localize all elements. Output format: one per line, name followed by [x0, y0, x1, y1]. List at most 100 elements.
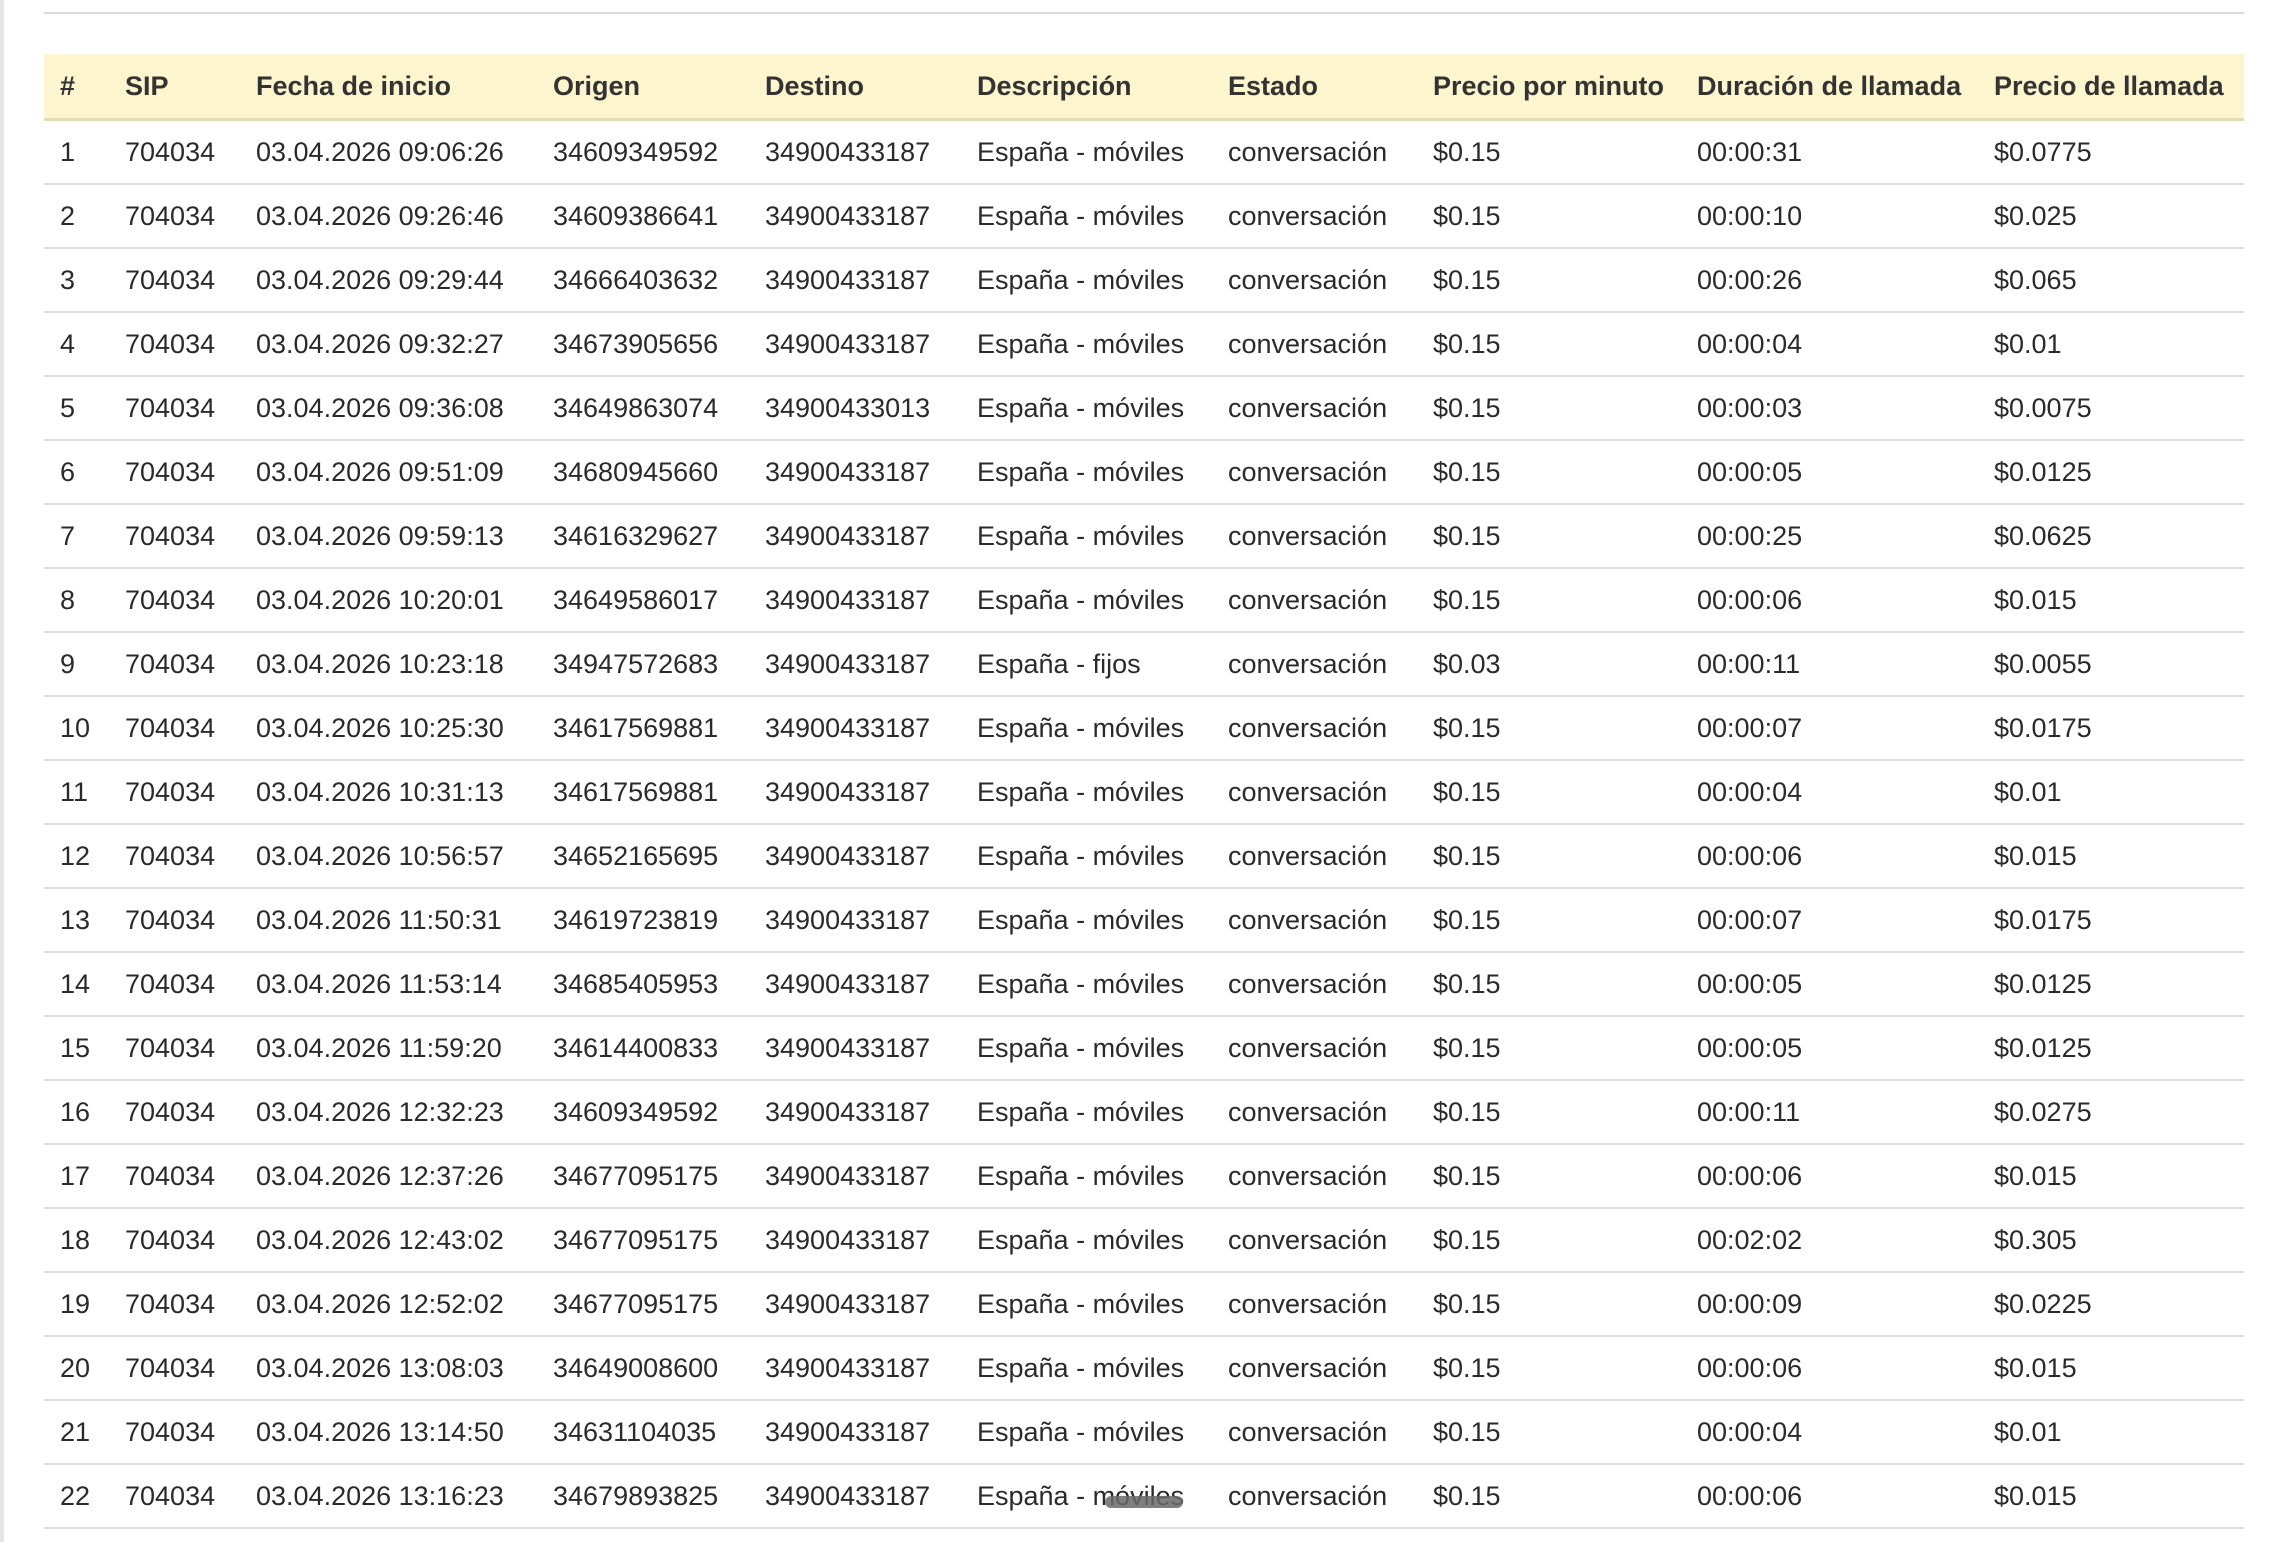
cell-description: España - móviles [961, 312, 1212, 377]
cell-sip: 704034 [109, 119, 240, 185]
cell-call-duration: 00:00:11 [1681, 632, 1978, 697]
cell-origin: 34619723819 [537, 888, 749, 953]
table-row[interactable]: 19 704034 03.04.2026 12:52:02 34677095175 34… [44, 1272, 2244, 1337]
cell-origin: 34649586017 [537, 568, 749, 633]
cell-origin: 34666403632 [537, 248, 749, 313]
cell-description: España - móviles [961, 1080, 1212, 1145]
cell-number: 15 [44, 1016, 109, 1081]
cell-origin: 34609386641 [537, 184, 749, 249]
cell-number: 20 [44, 1336, 109, 1401]
table-row[interactable]: 13 704034 03.04.2026 11:50:31 34619723819 34… [44, 888, 2244, 953]
table-row[interactable]: 17 704034 03.04.2026 12:37:26 34677095175 34… [44, 1144, 2244, 1209]
cell-destination: 34900433187 [749, 1144, 961, 1209]
cell-sip: 704034 [109, 632, 240, 697]
cell-call-duration: 00:00:04 [1681, 312, 1978, 377]
cell-start-date: 03.04.2026 13:16:23 [240, 1464, 537, 1529]
cell-start-date: 03.04.2026 12:52:02 [240, 1272, 537, 1337]
cell-call-price: $0.0075 [1978, 376, 2244, 441]
cell-start-date: 03.04.2026 09:51:09 [240, 440, 537, 505]
table-row[interactable]: 6 704034 03.04.2026 09:51:09 34680945660 349… [44, 440, 2244, 505]
cell-description: España - móviles [961, 504, 1212, 569]
table-row[interactable]: 15 704034 03.04.2026 11:59:20 34614400833 34… [44, 1016, 2244, 1081]
cell-price-per-minute: $0.15 [1417, 1208, 1681, 1273]
table-row[interactable]: 5 704034 03.04.2026 09:36:08 34649863074 349… [44, 376, 2244, 441]
cell-origin: 34614400833 [537, 1016, 749, 1081]
table-row[interactable]: 21 704034 03.04.2026 13:14:50 34631104035 34… [44, 1400, 2244, 1465]
cell-sip: 704034 [109, 760, 240, 825]
cell-price-per-minute: $0.15 [1417, 184, 1681, 249]
cell-start-date: 03.04.2026 09:59:13 [240, 504, 537, 569]
cell-call-price: $0.0625 [1978, 504, 2244, 569]
cell-call-price: $0.015 [1978, 1336, 2244, 1401]
mouse-cursor-indicator [1105, 1496, 1183, 1508]
table-row[interactable]: 11 704034 03.04.2026 10:31:13 34617569881 34… [44, 760, 2244, 825]
cell-description: España - móviles [961, 1336, 1212, 1401]
table-row[interactable]: 10 704034 03.04.2026 10:25:30 34617569881 34… [44, 696, 2244, 761]
header-sip[interactable]: SIP [109, 54, 240, 121]
table-row[interactable]: 7 704034 03.04.2026 09:59:13 34616329627 349… [44, 504, 2244, 569]
cell-number: 1 [44, 119, 109, 185]
table-row[interactable]: 20 704034 03.04.2026 13:08:03 34649008600 34… [44, 1336, 2244, 1401]
table-row[interactable]: 3 704034 03.04.2026 09:29:44 34666403632 349… [44, 248, 2244, 313]
header-origin[interactable]: Origen [537, 54, 749, 121]
cell-destination: 34900433187 [749, 1336, 961, 1401]
table-row[interactable]: 2 704034 03.04.2026 09:26:46 34609386641 349… [44, 184, 2244, 249]
cell-sip: 704034 [109, 184, 240, 249]
top-divider [44, 12, 2244, 14]
table-row[interactable]: 14 704034 03.04.2026 11:53:14 34685405953 34… [44, 952, 2244, 1017]
header-price-per-minute[interactable]: Precio por minuto [1417, 54, 1681, 121]
table-row[interactable]: 18 704034 03.04.2026 12:43:02 34677095175 34… [44, 1208, 2244, 1273]
cell-description: España - móviles [961, 1272, 1212, 1337]
cell-number: 6 [44, 440, 109, 505]
table-body: 1 704034 03.04.2026 09:06:26 34609349592 349… [44, 119, 2244, 1529]
table-row[interactable]: 1 704034 03.04.2026 09:06:26 34609349592 349… [44, 119, 2244, 185]
cell-price-per-minute: $0.15 [1417, 440, 1681, 505]
table-row[interactable]: 4 704034 03.04.2026 09:32:27 34673905656 349… [44, 312, 2244, 377]
cell-call-price: $0.0055 [1978, 632, 2244, 697]
table-row[interactable]: 9 704034 03.04.2026 10:23:18 34947572683 349… [44, 632, 2244, 697]
cell-number: 21 [44, 1400, 109, 1465]
cell-call-duration: 00:00:07 [1681, 696, 1978, 761]
header-call-price[interactable]: Precio de llamada [1978, 54, 2244, 121]
table-row[interactable]: 8 704034 03.04.2026 10:20:01 34649586017 349… [44, 568, 2244, 633]
table-row[interactable]: 12 704034 03.04.2026 10:56:57 34652165695 34… [44, 824, 2244, 889]
cell-sip: 704034 [109, 376, 240, 441]
cell-call-price: $0.0175 [1978, 696, 2244, 761]
cell-price-per-minute: $0.15 [1417, 1272, 1681, 1337]
cell-origin: 34631104035 [537, 1400, 749, 1465]
cell-destination: 34900433187 [749, 119, 961, 185]
cell-call-price: $0.01 [1978, 312, 2244, 377]
header-start-date[interactable]: Fecha de inicio [240, 54, 537, 121]
cell-status: conversación [1212, 376, 1417, 441]
page-edge [0, 0, 4, 1542]
cell-call-duration: 00:00:06 [1681, 1336, 1978, 1401]
cell-destination: 34900433187 [749, 248, 961, 313]
cell-destination: 34900433187 [749, 568, 961, 633]
cell-origin: 34680945660 [537, 440, 749, 505]
header-call-duration[interactable]: Duración de llamada [1681, 54, 1978, 121]
cell-price-per-minute: $0.15 [1417, 1336, 1681, 1401]
table-row[interactable]: 16 704034 03.04.2026 12:32:23 34609349592 34… [44, 1080, 2244, 1145]
cell-call-price: $0.0775 [1978, 119, 2244, 185]
cell-status: conversación [1212, 888, 1417, 953]
cell-number: 12 [44, 824, 109, 889]
cell-origin: 34609349592 [537, 119, 749, 185]
cell-start-date: 03.04.2026 11:50:31 [240, 888, 537, 953]
cell-sip: 704034 [109, 312, 240, 377]
header-number[interactable]: # [44, 54, 109, 121]
cell-number: 17 [44, 1144, 109, 1209]
cell-description: España - móviles [961, 568, 1212, 633]
cell-status: conversación [1212, 1208, 1417, 1273]
cell-status: conversación [1212, 184, 1417, 249]
header-description[interactable]: Descripción [961, 54, 1212, 121]
cell-destination: 34900433187 [749, 632, 961, 697]
cell-origin: 34649008600 [537, 1336, 749, 1401]
header-destination[interactable]: Destino [749, 54, 961, 121]
cell-destination: 34900433187 [749, 1464, 961, 1529]
cell-call-duration: 00:00:25 [1681, 504, 1978, 569]
cell-call-duration: 00:00:31 [1681, 119, 1978, 185]
cell-number: 2 [44, 184, 109, 249]
header-status[interactable]: Estado [1212, 54, 1417, 121]
cell-price-per-minute: $0.03 [1417, 632, 1681, 697]
cell-price-per-minute: $0.15 [1417, 119, 1681, 185]
